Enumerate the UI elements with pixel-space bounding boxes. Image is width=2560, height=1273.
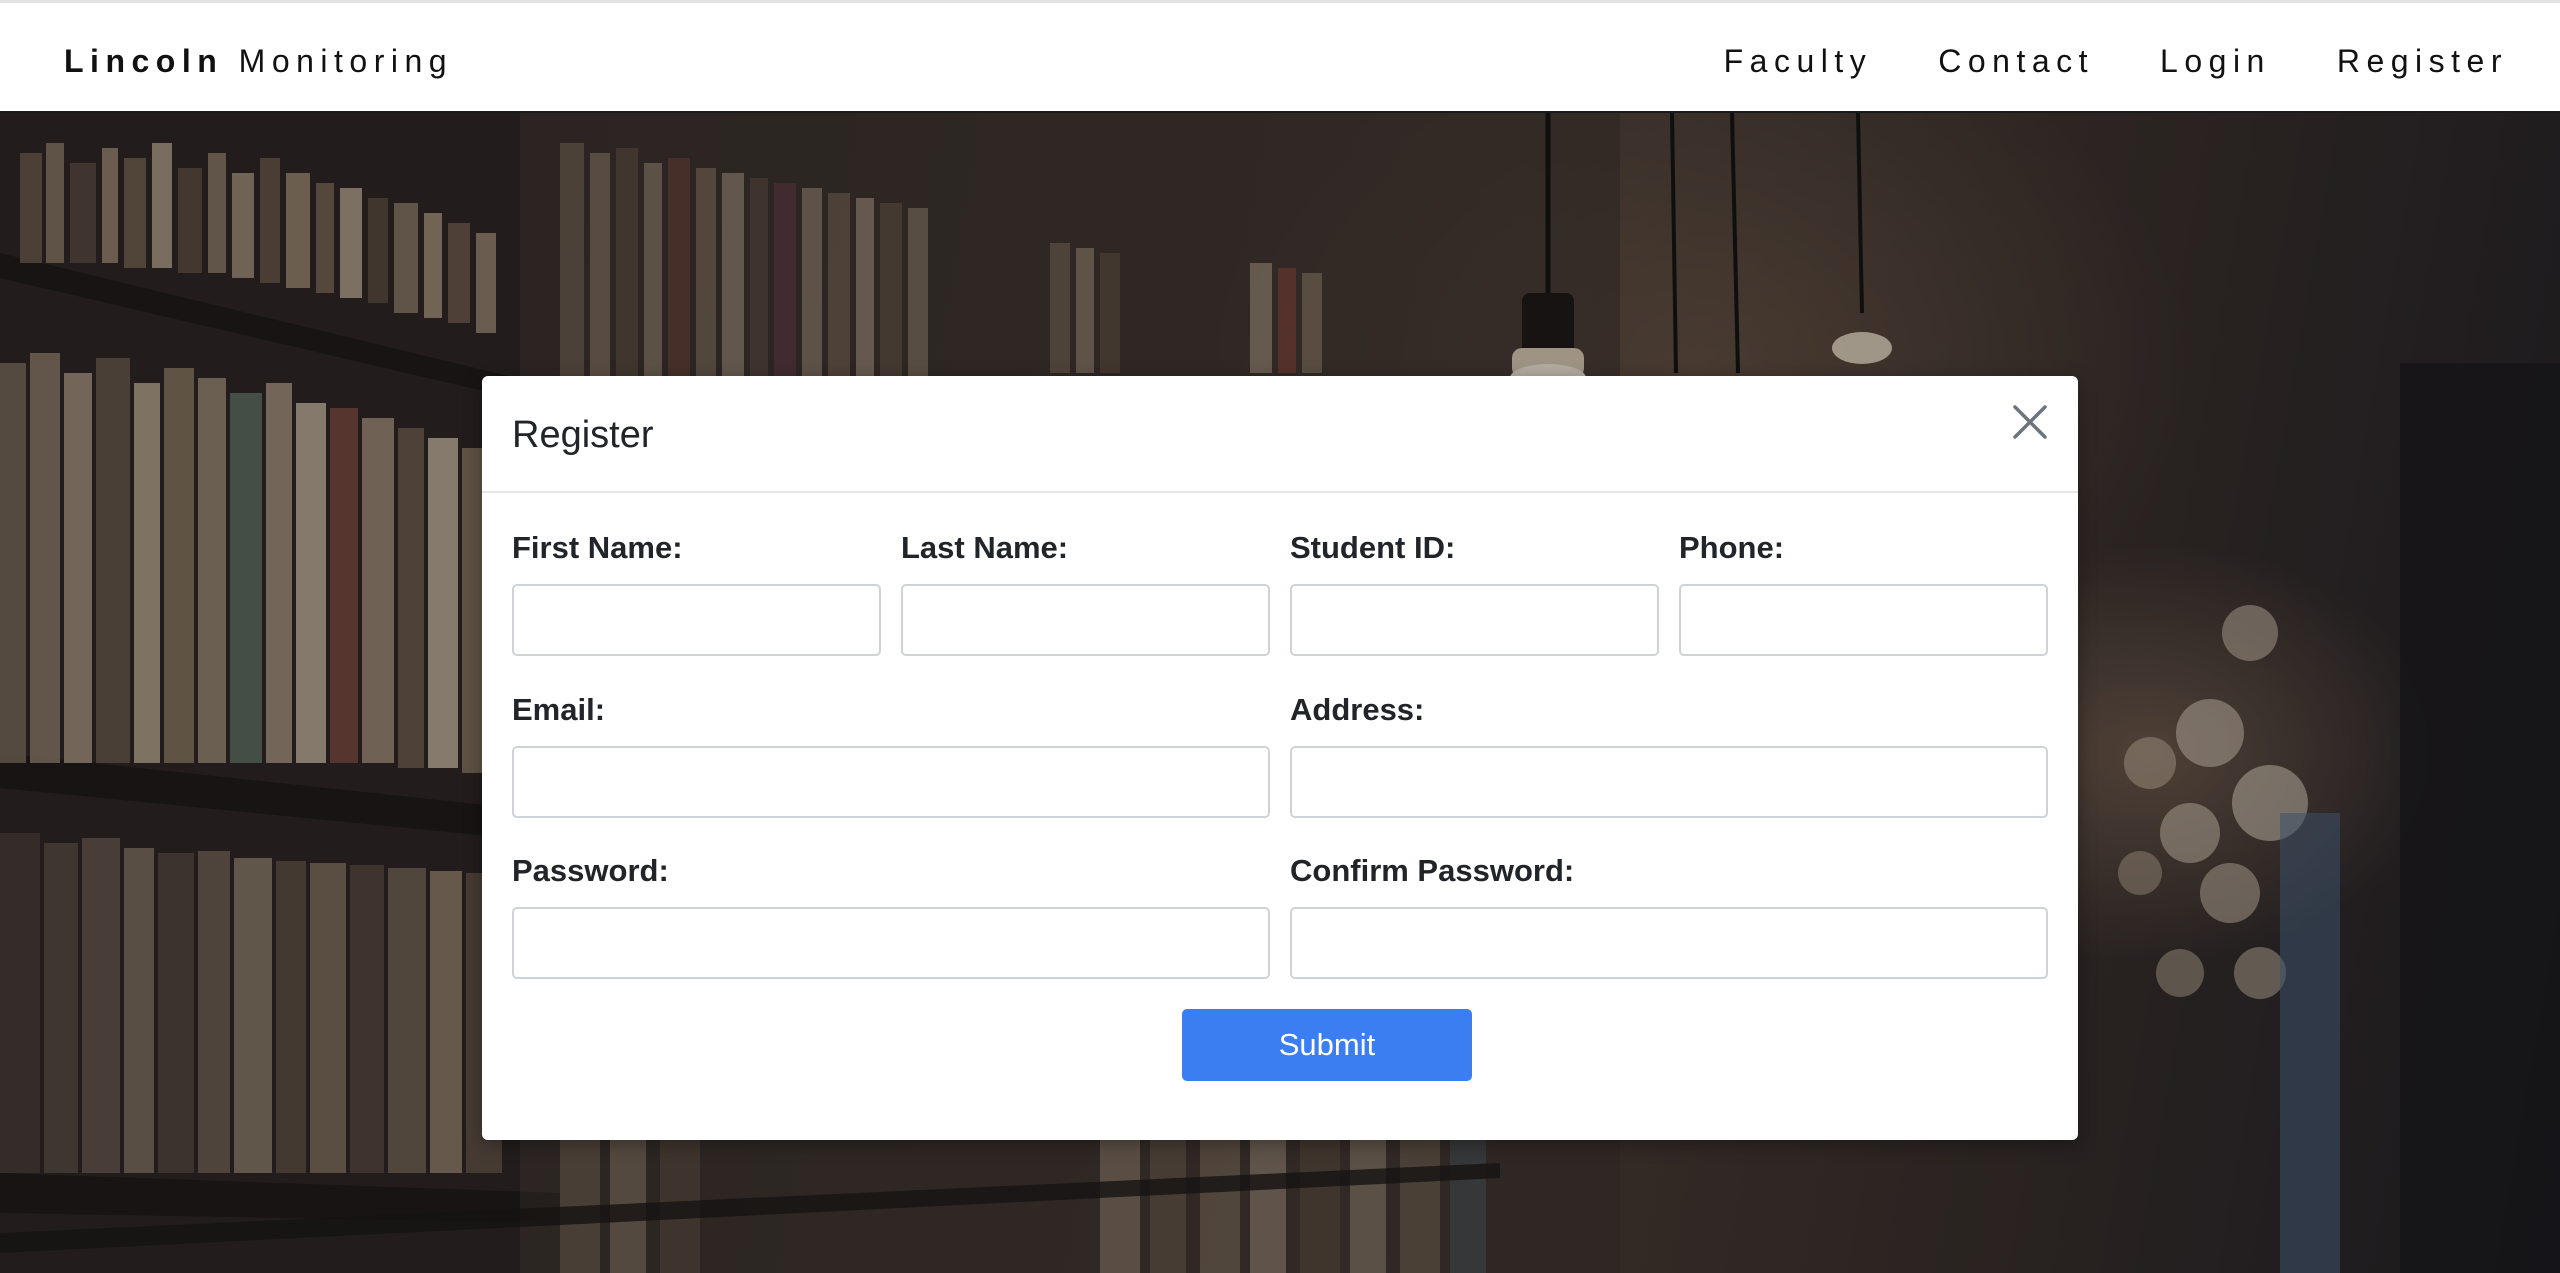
submit-button[interactable]: Submit: [1182, 1009, 1472, 1081]
phone-label: Phone:: [1679, 530, 1785, 565]
confirm-password-label: Confirm Password:: [1290, 853, 1575, 888]
last-name-label: Last Name:: [901, 530, 1069, 565]
email-input[interactable]: [512, 746, 1270, 818]
password-label: Password:: [512, 853, 669, 888]
top-navbar: Lincoln Monitoring Faculty Contact Login…: [0, 0, 2560, 113]
brand-logo[interactable]: Lincoln Monitoring: [64, 41, 453, 81]
close-icon[interactable]: [2008, 400, 2052, 444]
phone-input[interactable]: [1679, 584, 2048, 656]
nav-link-faculty[interactable]: Faculty: [1724, 41, 1873, 81]
email-label: Email:: [512, 692, 606, 727]
nav-link-login[interactable]: Login: [2160, 41, 2271, 81]
brand-name-light: Monitoring: [238, 43, 454, 79]
last-name-input[interactable]: [901, 584, 1270, 656]
address-input[interactable]: [1290, 746, 2048, 818]
register-modal: Register First Name: Last Name: Student …: [482, 376, 2078, 1140]
password-input[interactable]: [512, 907, 1270, 979]
nav-link-contact[interactable]: Contact: [1938, 41, 2094, 81]
student-id-label: Student ID:: [1290, 530, 1456, 565]
first-name-label: First Name:: [512, 530, 683, 565]
nav-link-register[interactable]: Register: [2337, 41, 2508, 81]
modal-header: Register: [482, 376, 2078, 493]
brand-name-bold: Lincoln: [64, 43, 224, 79]
nav-links: Faculty Contact Login Register: [1724, 41, 2508, 81]
modal-title: Register: [512, 414, 654, 456]
confirm-password-input[interactable]: [1290, 907, 2048, 979]
student-id-input[interactable]: [1290, 584, 1659, 656]
first-name-input[interactable]: [512, 584, 881, 656]
address-label: Address:: [1290, 692, 1425, 727]
